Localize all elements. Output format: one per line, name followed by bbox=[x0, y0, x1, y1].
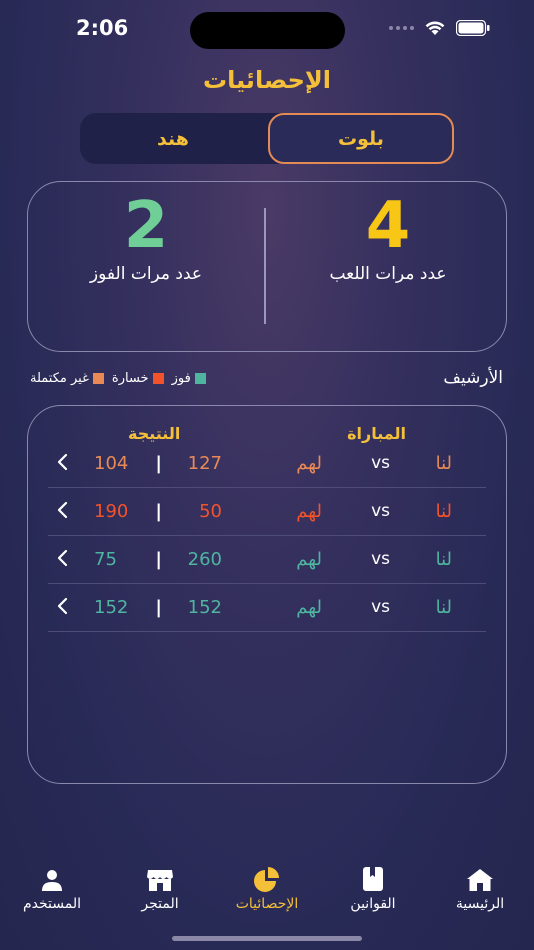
score-us: 152 bbox=[187, 597, 222, 618]
games-played-value: 4 bbox=[365, 189, 411, 263]
team-them: لهم bbox=[296, 549, 322, 570]
store-icon bbox=[110, 862, 210, 892]
score-us: 260 bbox=[187, 549, 222, 570]
vs-label: vs bbox=[371, 501, 390, 521]
team-them: لهم bbox=[296, 597, 322, 618]
tab-rules[interactable]: القوانين bbox=[323, 862, 423, 912]
archive-title: الأرشيف bbox=[443, 368, 503, 388]
score-separator: | bbox=[155, 597, 162, 618]
score-them: 75 bbox=[94, 549, 117, 570]
team-us: لنا bbox=[435, 453, 452, 474]
book-icon bbox=[323, 862, 423, 892]
user-icon bbox=[2, 862, 102, 892]
team-us: لنا bbox=[435, 501, 452, 522]
score-separator: | bbox=[155, 501, 162, 522]
tab-home[interactable]: الرئيسية bbox=[430, 862, 530, 912]
tab-home-label: الرئيسية bbox=[455, 896, 505, 912]
match-row[interactable]: لنا vs لهم 152 | 152 bbox=[48, 584, 486, 632]
summary-divider bbox=[264, 208, 266, 324]
summary-card: 4 عدد مرات اللعب 2 عدد مرات الفوز bbox=[27, 181, 507, 352]
score-them: 152 bbox=[94, 597, 129, 618]
status-time: 2:06 bbox=[76, 16, 129, 40]
score-separator: | bbox=[155, 549, 162, 570]
score-them: 104 bbox=[94, 453, 129, 474]
legend-loss-label: خسارة bbox=[111, 371, 149, 386]
chevron-left-icon[interactable] bbox=[56, 597, 68, 620]
match-list: لنا vs لهم 127 | 104 لنا vs لهم 50 | 190… bbox=[48, 440, 486, 632]
cellular-icon bbox=[389, 26, 414, 30]
page-title: الإحصائيات bbox=[203, 66, 331, 94]
wins-label: عدد مرات الفوز bbox=[89, 264, 203, 284]
score-us: 127 bbox=[187, 453, 222, 474]
bottom-tab-bar: المستخدم المتجر الإحصائيات القوانين الرئ… bbox=[0, 862, 534, 922]
team-them: لهم bbox=[296, 453, 322, 474]
tab-stats-label: الإحصائيات bbox=[235, 896, 299, 912]
games-played-label: عدد مرات اللعب bbox=[329, 264, 447, 284]
archive-header: الأرشيف فوز خسارة غير مكتملة bbox=[27, 366, 507, 392]
tab-store[interactable]: المتجر bbox=[110, 862, 210, 912]
wifi-icon bbox=[424, 20, 446, 36]
wins-value: 2 bbox=[123, 189, 169, 263]
games-played-stat: 4 عدد مرات اللعب bbox=[270, 188, 506, 284]
match-row[interactable]: لنا vs لهم 50 | 190 bbox=[48, 488, 486, 536]
tab-user-label: المستخدم bbox=[22, 896, 82, 912]
tab-store-label: المتجر bbox=[141, 896, 179, 912]
pie-chart-icon bbox=[217, 862, 317, 892]
tab-user[interactable]: المستخدم bbox=[2, 862, 102, 912]
team-them: لهم bbox=[296, 501, 322, 522]
legend: فوز خسارة غير مكتملة bbox=[30, 371, 206, 386]
tab-baloot[interactable]: بلوت bbox=[268, 113, 454, 164]
tab-stats[interactable]: الإحصائيات bbox=[217, 862, 317, 912]
home-icon bbox=[430, 862, 530, 892]
tab-rules-label: القوانين bbox=[350, 896, 396, 912]
vs-label: vs bbox=[371, 597, 390, 617]
chevron-left-icon[interactable] bbox=[56, 501, 68, 524]
score-separator: | bbox=[155, 453, 162, 474]
match-history-card: المباراة النتيجة لنا vs لهم 127 | 104 لن… bbox=[27, 405, 507, 784]
legend-loss: خسارة bbox=[112, 371, 164, 386]
game-type-tabs: هند بلوت bbox=[80, 113, 454, 164]
status-icons bbox=[389, 20, 490, 36]
status-bar: 2:06 bbox=[0, 0, 534, 60]
legend-incomplete: غير مكتملة bbox=[30, 371, 104, 386]
chevron-left-icon[interactable] bbox=[56, 453, 68, 476]
battery-icon bbox=[456, 20, 490, 36]
team-us: لنا bbox=[435, 597, 452, 618]
score-us: 50 bbox=[199, 501, 222, 522]
match-row[interactable]: لنا vs لهم 127 | 104 bbox=[48, 440, 486, 488]
chevron-left-icon[interactable] bbox=[56, 549, 68, 572]
legend-incomplete-swatch bbox=[92, 373, 104, 384]
legend-incomplete-label: غير مكتملة bbox=[30, 371, 89, 386]
dynamic-island bbox=[190, 12, 345, 49]
legend-win-swatch bbox=[194, 373, 206, 384]
legend-loss-swatch bbox=[152, 373, 164, 384]
home-indicator[interactable] bbox=[172, 936, 362, 941]
legend-win-label: فوز bbox=[171, 371, 191, 386]
match-row[interactable]: لنا vs لهم 260 | 75 bbox=[48, 536, 486, 584]
vs-label: vs bbox=[371, 549, 390, 569]
score-them: 190 bbox=[94, 501, 129, 522]
legend-win: فوز bbox=[172, 371, 206, 386]
tab-hand[interactable]: هند bbox=[80, 113, 266, 164]
team-us: لنا bbox=[435, 549, 452, 570]
wins-stat: 2 عدد مرات الفوز bbox=[28, 188, 264, 284]
vs-label: vs bbox=[371, 453, 390, 473]
